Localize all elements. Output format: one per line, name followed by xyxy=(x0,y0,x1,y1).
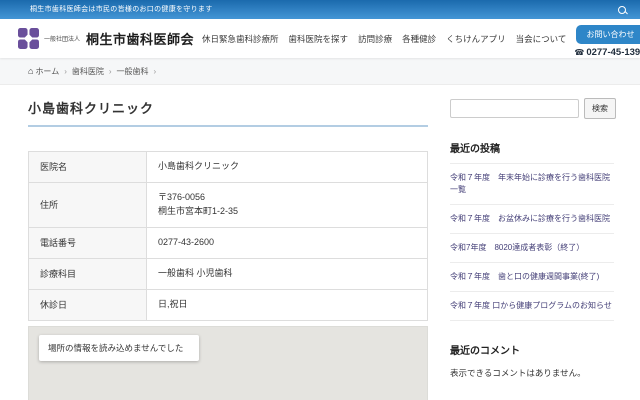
recent-comments-empty: 表示できるコメントはありません。 xyxy=(450,367,614,379)
search-icon[interactable] xyxy=(618,6,626,14)
breadcrumb-general-dentistry[interactable]: 一般歯科 xyxy=(117,66,149,77)
row-value-clinic-name: 小島歯科クリニック xyxy=(147,152,428,183)
map-error-message: 場所の情報を読み込めませんでした xyxy=(39,335,199,362)
recent-comments-heading: 最近のコメント xyxy=(450,342,614,357)
site-tagline: 桐生市歯科医師会は市民の皆様のお口の健康を守ります xyxy=(30,0,213,19)
topbar: 桐生市歯科医師会は市民の皆様のお口の健康を守ります xyxy=(0,0,640,19)
phone-number: 0277-45-1397 xyxy=(574,47,640,58)
recent-posts-list: 令和７年度 年末年始に診療を行う歯科医院一覧 令和７年度 お盆休みに診療を行う歯… xyxy=(450,163,614,321)
post-link-obon[interactable]: 令和７年度 お盆休みに診療を行う歯科医院 xyxy=(450,205,614,234)
table-row: 診療科目 一般歯科 小児歯科 xyxy=(29,258,428,289)
site-title: 桐生市歯科医師会 xyxy=(86,29,194,48)
nav-item-home-visit[interactable]: 訪問診療 xyxy=(358,33,392,45)
row-label-closed-days: 休診日 xyxy=(29,289,147,320)
search-input[interactable] xyxy=(450,99,579,118)
phone-icon xyxy=(574,47,586,58)
sidebar: 検索 最近の投稿 令和７年度 年末年始に診療を行う歯科医院一覧 令和７年度 お盆… xyxy=(450,98,614,400)
nav-item-emergency-clinic[interactable]: 休日緊急歯科診療所 xyxy=(202,33,279,45)
row-label-departments: 診療科目 xyxy=(29,258,147,289)
header-right: お問い合わせ 0277-45-1397 xyxy=(574,25,640,58)
post-link-nenmatsu[interactable]: 令和７年度 年末年始に診療を行う歯科医院一覧 xyxy=(450,163,614,205)
map-embed[interactable]: 場所の情報を読み込めませんでした xyxy=(28,326,428,400)
breadcrumb-separator: › xyxy=(109,67,112,76)
row-label-clinic-name: 医院名 xyxy=(29,152,147,183)
contact-button[interactable]: お問い合わせ xyxy=(576,25,640,44)
org-type-label: 一般社団法人 xyxy=(44,34,80,43)
row-value-closed-days: 日,祝日 xyxy=(147,289,428,320)
row-label-address: 住所 xyxy=(29,182,147,227)
search-button[interactable]: 検索 xyxy=(584,98,616,119)
page-title: 小島歯科クリニック xyxy=(28,98,428,127)
table-row: 医院名 小島歯科クリニック xyxy=(29,152,428,183)
table-row: 電話番号 0277-43-2600 xyxy=(29,227,428,258)
recent-posts-heading: 最近の投稿 xyxy=(450,140,614,155)
row-label-phone: 電話番号 xyxy=(29,227,147,258)
nav-item-about[interactable]: 当会について xyxy=(516,33,567,45)
breadcrumb-bar: ホーム › 歯科医院 › 一般歯科 › xyxy=(0,58,640,85)
post-link-health-week[interactable]: 令和７年度 歯と口の健康週間事業(終了) xyxy=(450,263,614,292)
post-link-health-program[interactable]: 令和７年度 口から健康プログラムのお知らせ xyxy=(450,292,614,321)
row-value-address: 〒376-0056 桐生市宮本町1-2-35 xyxy=(147,182,428,227)
nav-item-kuchiken-app[interactable]: くちけんアプリ xyxy=(446,33,506,45)
breadcrumb-home[interactable]: ホーム xyxy=(28,66,59,77)
header: 一般社団法人 桐生市歯科医師会 休日緊急歯科診療所 歯科医院を探す 訪問診療 各… xyxy=(0,19,640,58)
post-link-8020[interactable]: 令和7年度 8020達成者表彰（終了） xyxy=(450,234,614,263)
table-row: 住所 〒376-0056 桐生市宮本町1-2-35 xyxy=(29,182,428,227)
clinic-info-table: 医院名 小島歯科クリニック 住所 〒376-0056 桐生市宮本町1-2-35 … xyxy=(28,151,428,321)
breadcrumb-separator: › xyxy=(64,67,67,76)
breadcrumb-separator: › xyxy=(154,67,157,76)
site-logo[interactable]: 一般社団法人 桐生市歯科医師会 xyxy=(18,28,194,49)
main-column: 小島歯科クリニック 医院名 小島歯科クリニック 住所 〒376-0056 桐生市… xyxy=(28,98,428,400)
table-row: 休診日 日,祝日 xyxy=(29,289,428,320)
nav-item-checkups[interactable]: 各種健診 xyxy=(402,33,436,45)
sidebar-search: 検索 xyxy=(450,98,614,119)
logo-icon xyxy=(18,28,39,49)
content: 小島歯科クリニック 医院名 小島歯科クリニック 住所 〒376-0056 桐生市… xyxy=(0,85,640,400)
page: 桐生市歯科医師会は市民の皆様のお口の健康を守ります 一般社団法人 桐生市歯科医師… xyxy=(0,0,640,400)
phone-number-text: 0277-45-1397 xyxy=(586,47,640,58)
row-value-departments: 一般歯科 小児歯科 xyxy=(147,258,428,289)
breadcrumb: ホーム › 歯科医院 › 一般歯科 › xyxy=(28,66,640,77)
main-nav: 休日緊急歯科診療所 歯科医院を探す 訪問診療 各種健診 くちけんアプリ 当会につ… xyxy=(194,33,574,45)
row-value-phone: 0277-43-2600 xyxy=(147,227,428,258)
nav-item-find-clinic[interactable]: 歯科医院を探す xyxy=(289,33,349,45)
breadcrumb-dental-clinics[interactable]: 歯科医院 xyxy=(72,66,104,77)
